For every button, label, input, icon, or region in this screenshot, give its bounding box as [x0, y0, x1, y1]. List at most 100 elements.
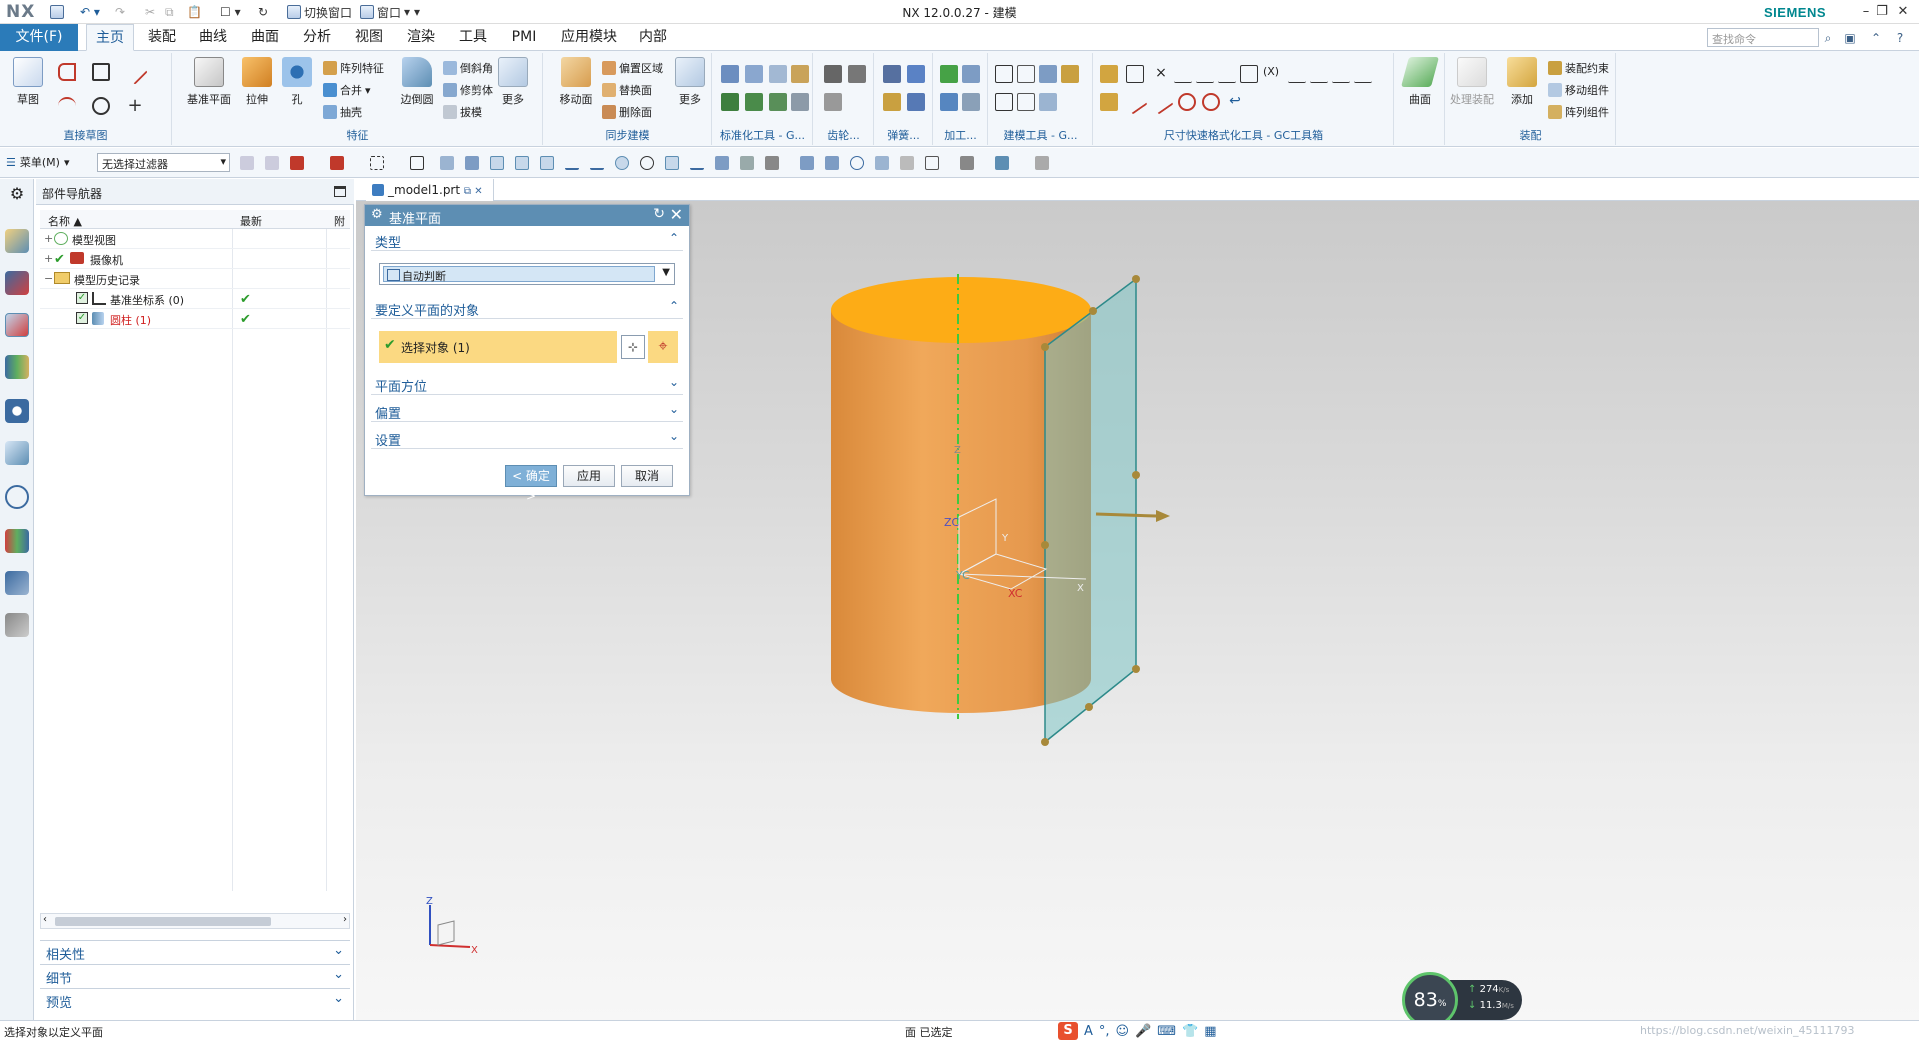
- modeling-tool-icon-4[interactable]: [1061, 65, 1079, 83]
- delete-face-button[interactable]: 删除面: [602, 103, 652, 121]
- gear-tool-icon-3[interactable]: [824, 93, 842, 111]
- tab-tools[interactable]: 工具: [456, 24, 490, 51]
- ime-emoji-icon[interactable]: ☺: [1116, 1024, 1130, 1039]
- dim-tool-icon-18[interactable]: ↩: [1226, 93, 1244, 111]
- view-icon-5[interactable]: [900, 156, 914, 170]
- shell-button[interactable]: 抽壳: [323, 103, 362, 121]
- add-component-button[interactable]: 添加: [1500, 57, 1544, 107]
- snap-icon-3[interactable]: [540, 156, 554, 170]
- plane-normal-arrow[interactable]: [1095, 512, 1157, 518]
- collapse-ribbon-icon[interactable]: ⌃: [1868, 30, 1884, 46]
- tree-row-model-views[interactable]: + 模型视图: [40, 229, 350, 249]
- spring-tool-icon-3[interactable]: [883, 93, 901, 111]
- modeling-tool-icon-2[interactable]: [1017, 65, 1035, 83]
- snap-icon-9[interactable]: [690, 156, 704, 170]
- snap-icon-11[interactable]: [740, 156, 754, 170]
- gear-tool-icon-1[interactable]: [824, 65, 842, 83]
- column-header-extra[interactable]: 附: [334, 213, 345, 229]
- dim-tool-icon-10[interactable]: [1310, 65, 1328, 83]
- view-icon-6[interactable]: [925, 156, 939, 170]
- ime-tools-icon[interactable]: ▦: [1204, 1024, 1216, 1039]
- sync-more-button[interactable]: 更多: [668, 57, 712, 107]
- type-select[interactable]: 自动判断 ▼: [379, 263, 675, 285]
- point-dialog-icon[interactable]: ⌖: [648, 331, 678, 363]
- arc-icon[interactable]: [58, 97, 76, 115]
- view-icon-7[interactable]: [960, 156, 974, 170]
- hole-button[interactable]: 孔: [275, 57, 319, 107]
- spring-tool-icon-4[interactable]: [907, 93, 925, 111]
- pattern-component-button[interactable]: 阵列组件: [1548, 103, 1609, 121]
- snap-icon-1[interactable]: [490, 156, 504, 170]
- dim-tool-icon-1[interactable]: [1100, 65, 1118, 83]
- dim-tool-icon-4[interactable]: [1174, 65, 1192, 83]
- machining-tool-icon-4[interactable]: [962, 93, 980, 111]
- dim-tool-icon-8[interactable]: (X): [1262, 65, 1280, 83]
- tree-row-datum-csys[interactable]: ✓ 基准坐标系 (0) ✔: [40, 289, 350, 309]
- panel-dependencies[interactable]: 相关性 ⌄: [40, 940, 350, 963]
- ime-skin-icon[interactable]: 👕: [1182, 1024, 1198, 1039]
- panel-preview[interactable]: 预览 ⌄: [40, 988, 350, 1011]
- move-component-button[interactable]: 移动组件: [1548, 81, 1609, 99]
- view-icon-8[interactable]: [995, 156, 1009, 170]
- section-orientation[interactable]: 平面方位 ⌄: [371, 373, 683, 395]
- search-icon[interactable]: ⌕: [1820, 30, 1836, 46]
- tab-home[interactable]: 主页: [86, 24, 134, 51]
- section-objects[interactable]: 要定义平面的对象 ⌃: [371, 297, 683, 319]
- ime-mic-icon[interactable]: 🎤: [1135, 1024, 1151, 1039]
- machining-tool-icon-1[interactable]: [940, 65, 958, 83]
- select-objects-field[interactable]: ✔ 选择对象 (1): [379, 331, 617, 363]
- std-tool-icon-2[interactable]: [745, 65, 763, 83]
- command-search-input[interactable]: 查找命令: [1707, 28, 1819, 47]
- tab-view[interactable]: 视图: [352, 24, 386, 51]
- reuse-library-icon[interactable]: [5, 355, 29, 379]
- pattern-feature-button[interactable]: 阵列特征: [323, 59, 384, 77]
- modeling-tool-icon-3[interactable]: [1039, 65, 1057, 83]
- select-tool-icon-3[interactable]: [290, 156, 304, 170]
- point-icon[interactable]: +: [126, 97, 144, 115]
- snap-icon-2[interactable]: [515, 156, 529, 170]
- snap-icon-12[interactable]: [765, 156, 779, 170]
- gear-tool-icon-2[interactable]: [848, 65, 866, 83]
- dim-tool-icon-17[interactable]: [1202, 93, 1220, 111]
- select-tool-icon-6[interactable]: [410, 156, 424, 170]
- dialog-settings-gear-icon[interactable]: ⚙: [371, 207, 383, 222]
- ime-keyboard-icon[interactable]: ⌨: [1157, 1024, 1176, 1039]
- view-icon-4[interactable]: [875, 156, 889, 170]
- section-settings[interactable]: 设置 ⌄: [371, 427, 683, 449]
- std-tool-icon-1[interactable]: [721, 65, 739, 83]
- modeling-tool-icon-6[interactable]: [1017, 93, 1035, 111]
- tab-render[interactable]: 渲染: [404, 24, 438, 51]
- std-tool-icon-5[interactable]: [721, 93, 739, 111]
- type-filter-select[interactable]: 无选择过滤器: [97, 153, 230, 172]
- profile-icon[interactable]: [58, 63, 76, 81]
- cylinder-top-face[interactable]: [831, 277, 1091, 343]
- dim-tool-icon-16[interactable]: [1178, 93, 1196, 111]
- ime-font-icon[interactable]: A: [1084, 1024, 1093, 1039]
- view-icon-9[interactable]: [1035, 156, 1049, 170]
- select-tool-icon-2[interactable]: [265, 156, 279, 170]
- ime-punctuation-icon[interactable]: °,: [1099, 1024, 1110, 1039]
- modeling-tool-icon-5[interactable]: [995, 93, 1013, 111]
- dim-tool-icon-5[interactable]: [1196, 65, 1214, 83]
- offset-region-button[interactable]: 偏置区域: [602, 59, 663, 77]
- select-tool-icon-5[interactable]: [370, 156, 384, 170]
- maximize-icon[interactable]: [334, 186, 346, 197]
- machining-tool-icon-3[interactable]: [940, 93, 958, 111]
- tab-assembly[interactable]: 装配: [145, 24, 179, 51]
- dim-tool-icon-2[interactable]: [1126, 65, 1144, 83]
- tree-row-cylinder[interactable]: ✓ 圆柱 (1) ✔: [40, 309, 350, 329]
- tree-row-cameras[interactable]: + ✔ 摄像机: [40, 249, 350, 269]
- tab-internal[interactable]: 内部: [636, 24, 670, 51]
- datum-plane-button[interactable]: 基准平面: [187, 57, 231, 107]
- roles-icon[interactable]: [5, 613, 29, 637]
- dim-tool-icon-15[interactable]: [1148, 89, 1174, 115]
- dim-tool-icon-11[interactable]: [1332, 65, 1350, 83]
- circle-icon[interactable]: [92, 97, 110, 115]
- tab-surface[interactable]: 曲面: [248, 24, 282, 51]
- edge-blend-button[interactable]: 边倒圆: [395, 57, 439, 107]
- apply-button[interactable]: 应用: [563, 465, 615, 487]
- std-tool-icon-8[interactable]: [791, 93, 809, 111]
- constraint-navigator-icon[interactable]: [5, 271, 29, 295]
- snap-icon-4[interactable]: [565, 156, 579, 170]
- snap-icon-8[interactable]: [665, 156, 679, 170]
